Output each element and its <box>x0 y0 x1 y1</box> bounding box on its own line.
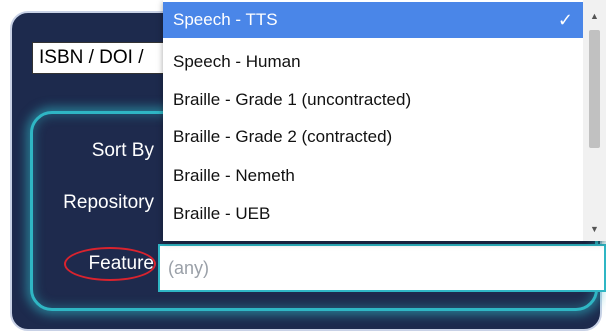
option-braille-grade-2[interactable]: Braille - Grade 2 (contracted) <box>163 119 583 155</box>
scroll-down-arrow-icon[interactable]: ▼ <box>583 219 606 239</box>
option-label: Speech - TTS <box>173 10 278 29</box>
option-label: Braille - Grade 2 (contracted) <box>173 127 393 146</box>
check-icon: ✓ <box>557 10 573 30</box>
scroll-up-arrow-icon[interactable]: ▲ <box>583 6 606 26</box>
option-label: Braille - UEB <box>173 204 271 223</box>
sort-by-label: Sort By <box>91 140 154 161</box>
option-braille-ueb[interactable]: Braille - UEB <box>163 196 583 232</box>
feature-highlight-circle <box>64 247 156 281</box>
repository-label: Repository <box>63 192 154 213</box>
option-speech-tts[interactable]: Speech - TTS ✓ <box>163 2 583 38</box>
feature-input[interactable]: (any) <box>158 244 606 292</box>
search-input[interactable]: ISBN / DOI / <box>32 42 172 74</box>
option-label: Braille - Nemeth <box>173 166 295 185</box>
option-label: Speech - Human <box>173 52 301 71</box>
option-braille-nemeth[interactable]: Braille - Nemeth <box>163 158 583 194</box>
dropdown-scrollbar[interactable]: ▲ ▼ <box>583 0 606 241</box>
option-speech-human[interactable]: Speech - Human <box>163 44 583 80</box>
feature-dropdown-list[interactable]: Speech - TTS ✓ Speech - Human Braille - … <box>163 0 606 241</box>
option-braille-grade-1[interactable]: Braille - Grade 1 (uncontracted) <box>163 82 583 118</box>
option-label: Braille - Grade 1 (uncontracted) <box>173 90 412 109</box>
scroll-thumb[interactable] <box>589 30 600 148</box>
